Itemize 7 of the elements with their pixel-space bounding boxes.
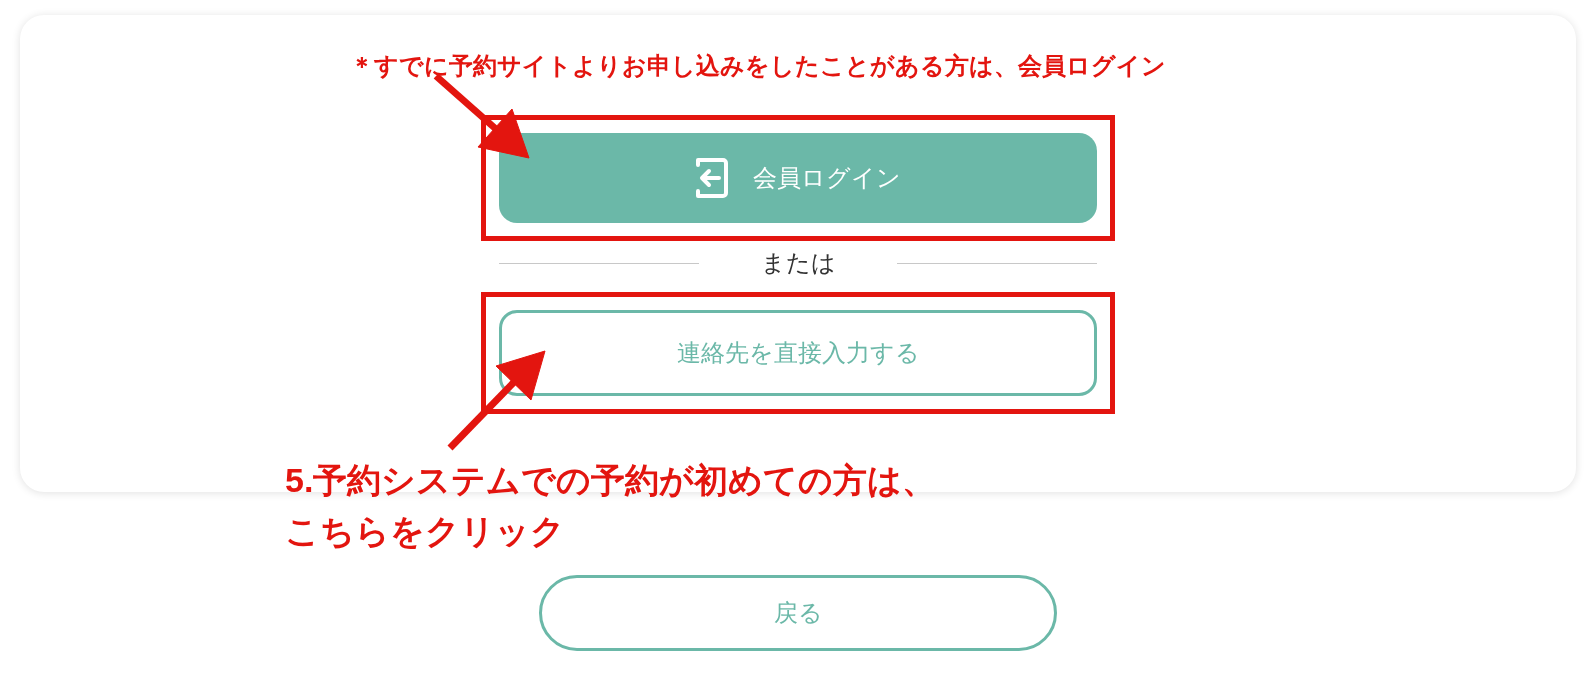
- direct-entry-button[interactable]: 連絡先を直接入力する: [499, 310, 1097, 396]
- login-button[interactable]: 会員ログイン: [499, 133, 1097, 223]
- divider-label: または: [760, 248, 836, 278]
- login-icon: [695, 157, 729, 199]
- annotation-text: ＊すでに予約サイトよりお申し込みをしたことがある方は、会員ログイン: [350, 51, 1166, 81]
- annotation-text: 5.予約システムでの予約が初めての方は、 こちらをクリック: [285, 460, 937, 552]
- back-button[interactable]: 戻る: [539, 575, 1057, 651]
